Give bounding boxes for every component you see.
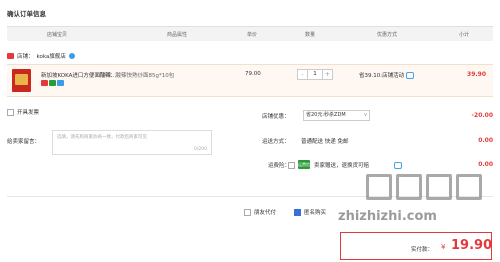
badge-icon-3 bbox=[57, 80, 64, 86]
verified-icon bbox=[68, 53, 75, 59]
insurance-label: 运费险： bbox=[268, 163, 291, 169]
service-badges bbox=[41, 80, 64, 86]
currency-symbol: ¥ bbox=[441, 243, 446, 251]
coupon-label: 店铺优惠： bbox=[262, 114, 290, 120]
friend-pay-option[interactable]: 朋友代付 bbox=[244, 208, 276, 216]
badge-icon-1 bbox=[41, 80, 48, 86]
message-label: 给卖家留言： bbox=[7, 139, 41, 145]
total-amount: 19.90 bbox=[451, 238, 493, 253]
qty-minus-button[interactable]: - bbox=[297, 69, 308, 80]
header-attr: 商品属性 bbox=[167, 32, 188, 38]
coupon-select[interactable]: 省20元:秒杀ZDM bbox=[303, 110, 370, 121]
chat-icon[interactable] bbox=[406, 71, 415, 79]
message-placeholder: 选填，请先和商家协商一致，付款后商家可见 bbox=[57, 135, 147, 140]
order-item-row: 新加坡KOKA进口方便面酸辣… 口味：酸辣快熟炒面85g*10包 79.00 -… bbox=[7, 64, 493, 97]
promo-text: 省39.10:店铺活动 bbox=[359, 73, 405, 79]
watermark-tile bbox=[366, 174, 392, 200]
qty-input[interactable]: 1 bbox=[308, 69, 322, 80]
insurance-tag: 运费险 bbox=[298, 160, 310, 169]
header-subtotal: 小计 bbox=[459, 32, 470, 38]
shipping-method: 普通配送 快递 免邮 bbox=[301, 139, 349, 145]
header-qty: 数量 bbox=[305, 32, 316, 38]
table-header: 店铺宝贝 商品属性 单价 数量 优惠方式 小计 bbox=[7, 26, 493, 41]
anonymous-checkbox[interactable] bbox=[294, 208, 301, 216]
shop-icon bbox=[7, 53, 14, 59]
watermark-tiles bbox=[366, 174, 482, 200]
qty-plus-button[interactable]: + bbox=[322, 69, 333, 80]
product-spec: 口味：酸辣快熟炒面85g*10包 bbox=[99, 73, 175, 79]
shop-label: 店铺： bbox=[17, 54, 34, 60]
message-textarea[interactable]: 选填，请先和商家协商一致，付款后商家可见 0/200 bbox=[52, 130, 212, 155]
promo-info: 省39.10:店铺活动 bbox=[359, 71, 415, 79]
header-store: 店铺宝贝 bbox=[47, 32, 68, 38]
invoice-label: 开具发票 bbox=[17, 110, 40, 116]
shop-name-link[interactable]: koka旗舰店 bbox=[37, 52, 66, 60]
anonymous-label: 匿名购买 bbox=[304, 210, 327, 216]
watermark-text: zhizhizhi.com bbox=[338, 209, 437, 224]
friend-pay-label: 朋友代付 bbox=[254, 210, 277, 216]
header-promo: 优惠方式 bbox=[377, 32, 398, 38]
invoice-checkbox[interactable] bbox=[7, 108, 14, 116]
shop-row: 店铺： koka旗舰店 bbox=[7, 52, 75, 60]
watermark-tile bbox=[396, 174, 422, 200]
total-box: 实付款： ¥ 19.90 bbox=[340, 232, 492, 260]
message-char-count: 0/200 bbox=[194, 147, 207, 152]
watermark-tile bbox=[426, 174, 452, 200]
insurance-checkbox[interactable] bbox=[288, 162, 295, 169]
coupon-amount: -20.00 bbox=[471, 112, 493, 119]
info-icon[interactable] bbox=[394, 162, 402, 169]
total-label: 实付款： bbox=[411, 247, 434, 253]
item-subtotal: 39.90 bbox=[467, 71, 486, 78]
invoice-option[interactable]: 开具发票 bbox=[7, 108, 39, 116]
badge-icon-2 bbox=[49, 80, 56, 86]
quantity-stepper: - 1 + bbox=[297, 69, 333, 80]
watermark-tile bbox=[456, 174, 482, 200]
friend-pay-checkbox[interactable] bbox=[244, 208, 251, 216]
page-title: 确认订单信息 bbox=[7, 10, 46, 18]
product-thumbnail[interactable] bbox=[12, 69, 31, 92]
shipping-amount: 0.00 bbox=[478, 137, 493, 144]
insurance-text: 卖家赠送，退换货可赔 bbox=[314, 163, 370, 169]
shipping-label: 运送方式： bbox=[262, 139, 290, 145]
header-price: 单价 bbox=[247, 32, 258, 38]
insurance-amount: 0.00 bbox=[478, 161, 493, 168]
unit-price: 79.00 bbox=[245, 71, 261, 77]
anonymous-option[interactable]: 匿名购买 bbox=[294, 208, 326, 216]
